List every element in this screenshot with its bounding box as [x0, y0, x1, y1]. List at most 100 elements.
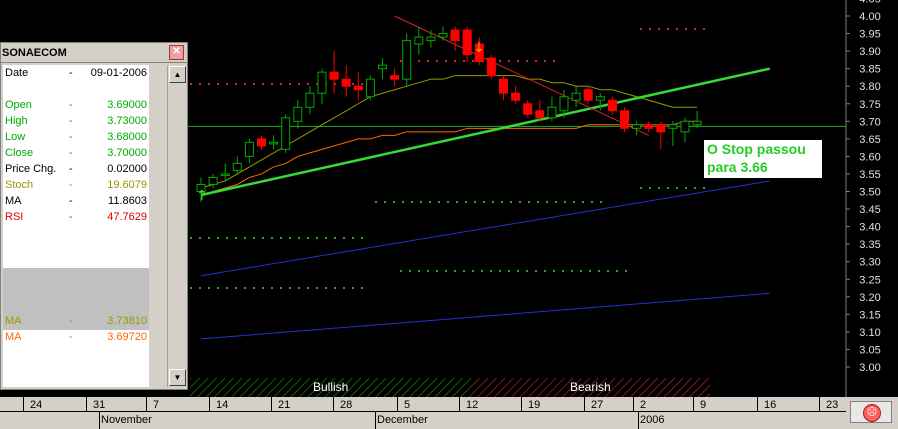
- level-dot: [316, 237, 318, 239]
- candle: [511, 86, 521, 104]
- candle-body: [365, 78, 375, 98]
- data-window-sep: -: [69, 99, 73, 111]
- level-dot: [492, 201, 494, 203]
- data-window-titlebar[interactable]: SONAECOM ✕: [1, 43, 187, 63]
- level-dot: [199, 287, 201, 289]
- candle: [547, 96, 557, 122]
- level-dot: [400, 60, 402, 62]
- price-tick-label: 3.15: [859, 309, 880, 321]
- level-dot: [375, 201, 377, 203]
- scroll-down-icon[interactable]: ▼: [169, 369, 186, 386]
- level-dot: [553, 270, 555, 272]
- level-dot: [573, 201, 575, 203]
- candle-body: [620, 110, 629, 129]
- date-tick: [86, 397, 87, 411]
- data-window-sep: -: [69, 331, 73, 343]
- level-dot: [334, 287, 336, 289]
- candle-body: [426, 36, 436, 42]
- level-dot: [289, 237, 291, 239]
- candle-body: [293, 106, 303, 122]
- data-window[interactable]: SONAECOM ✕ Date - 09-01-2006 Open - 3.69000 Hi…: [0, 42, 188, 390]
- date-tick-label: 14: [216, 399, 229, 411]
- candle-body: [595, 96, 605, 101]
- data-window-label: Price Chg.: [5, 163, 57, 175]
- data-window-label: Open: [5, 99, 32, 111]
- data-window-value: 47.7629: [107, 211, 147, 223]
- candle-body: [450, 29, 460, 42]
- level-dot: [393, 201, 395, 203]
- date-tick-label: 19: [528, 399, 541, 411]
- price-tick-label: 3.05: [859, 344, 880, 356]
- level-dot: [411, 201, 413, 203]
- level-dot: [420, 201, 422, 203]
- level-dot: [427, 270, 429, 272]
- level-dot: [226, 83, 228, 85]
- date-tick: [459, 397, 460, 411]
- level-dot: [667, 28, 669, 30]
- price-tick-label: 3.55: [859, 169, 880, 181]
- candle-body: [232, 162, 242, 171]
- level-dot: [289, 287, 291, 289]
- level-dot: [208, 287, 210, 289]
- price-tick-label: 3.30: [859, 257, 880, 269]
- dotted-levels: [190, 28, 705, 289]
- candle-body: [329, 71, 339, 80]
- close-icon[interactable]: ✕: [169, 45, 184, 60]
- level-dot: [235, 287, 237, 289]
- data-window-row: High - 3.73000: [3, 113, 149, 129]
- level-dot: [418, 60, 420, 62]
- data-window-scrollbar[interactable]: ▲ ▼: [167, 65, 186, 387]
- candle-body: [208, 176, 218, 185]
- level-dot: [472, 270, 474, 272]
- data-window-row: Price Chg. - 0.02000: [3, 161, 149, 177]
- month-label: December: [377, 414, 428, 426]
- sentiment-indicator[interactable]: ☹: [850, 401, 892, 423]
- level-dot: [582, 201, 584, 203]
- candle-body: [656, 124, 666, 133]
- level-dot: [616, 270, 618, 272]
- month-separator: [638, 411, 639, 429]
- chart-window: 3.00 3.05 3.10 3.15 3.20 3.25 3.30 3.35 3.40 3.45…: [0, 0, 898, 429]
- candle: [353, 72, 363, 101]
- candle: [317, 68, 327, 104]
- level-dot: [352, 287, 354, 289]
- price-tick-label: 4.00: [859, 11, 880, 23]
- level-dot: [307, 287, 309, 289]
- price-tick-label: 3.95: [859, 29, 880, 41]
- candle: [232, 156, 242, 174]
- level-dot: [658, 187, 660, 189]
- scroll-up-icon[interactable]: ▲: [169, 66, 186, 83]
- data-window-sep: -: [69, 179, 73, 191]
- date-tick: [333, 397, 334, 411]
- level-dot: [438, 201, 440, 203]
- data-window-value: 0.02000: [107, 163, 147, 175]
- level-dot: [535, 60, 537, 62]
- date-tick: [271, 397, 272, 411]
- level-dot: [190, 83, 192, 85]
- candle: [220, 163, 230, 181]
- level-dot: [199, 83, 201, 85]
- annotation-box: O Stop passou para 3.66: [703, 139, 823, 179]
- candle: [607, 96, 617, 115]
- level-dot: [409, 270, 411, 272]
- candle-body: [438, 33, 448, 38]
- level-dot: [280, 287, 282, 289]
- trend-channel: [200, 180, 770, 340]
- date-tick: [23, 397, 24, 411]
- level-dot: [289, 83, 291, 85]
- level-dot: [555, 201, 557, 203]
- candlesticks: [196, 26, 702, 203]
- price-tick-label: 3.45: [859, 204, 880, 216]
- level-dot: [280, 237, 282, 239]
- price-tick-label: 3.10: [859, 327, 880, 339]
- level-dot: [501, 201, 503, 203]
- level-dot: [571, 270, 573, 272]
- candle: [378, 58, 387, 80]
- candle: [281, 114, 291, 153]
- level-dot: [307, 83, 309, 85]
- level-dot: [352, 237, 354, 239]
- candle: [571, 86, 581, 108]
- level-dot: [343, 237, 345, 239]
- level-dot: [640, 28, 642, 30]
- level-dot: [481, 270, 483, 272]
